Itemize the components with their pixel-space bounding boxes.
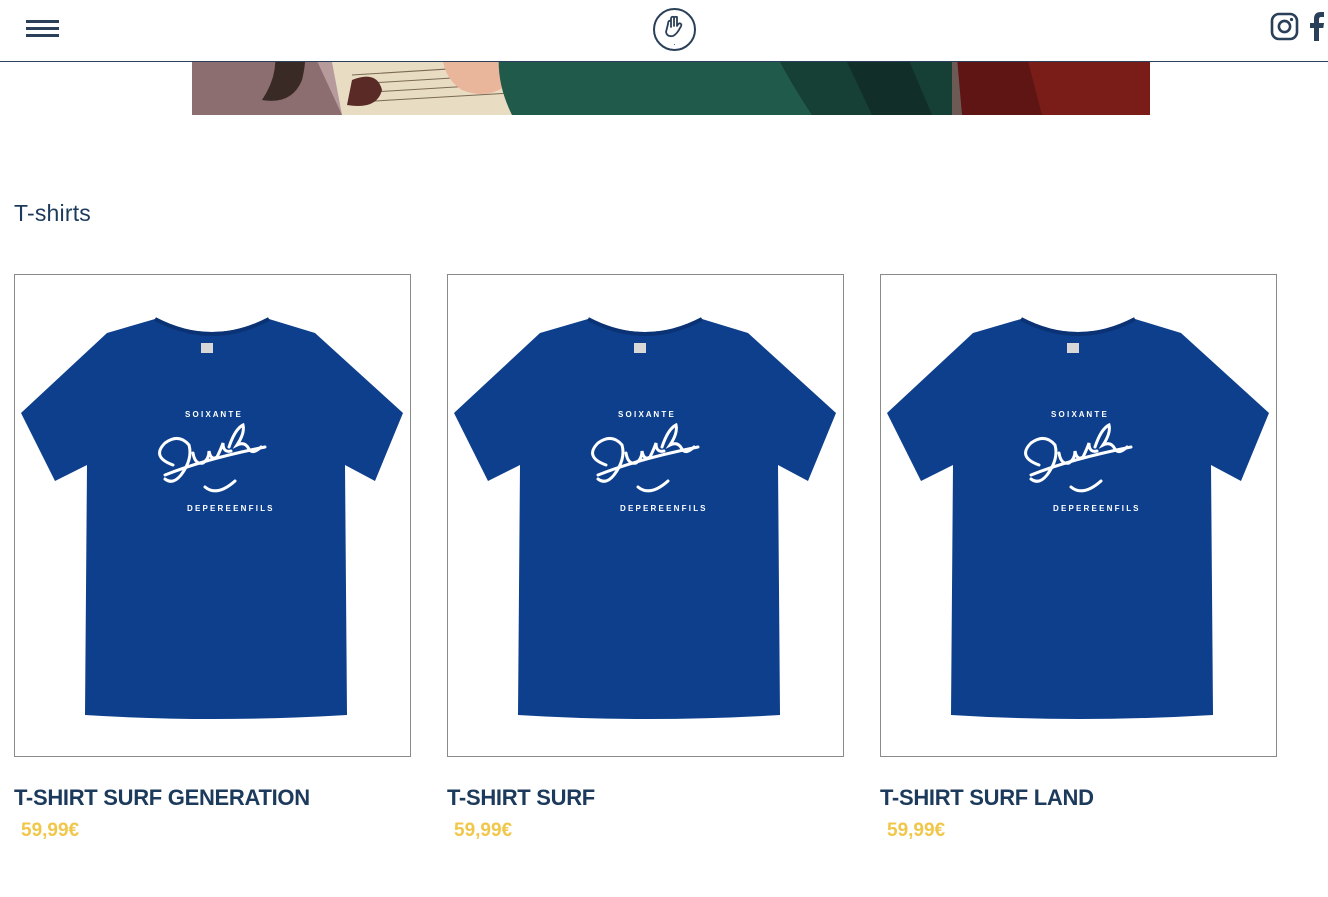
product-card[interactable]: T-SHIRT SURF LAND 59,99€ bbox=[880, 274, 1277, 842]
site-header bbox=[0, 0, 1328, 62]
product-card[interactable]: T-SHIRT SURF 59,99€ bbox=[447, 274, 844, 842]
product-image[interactable] bbox=[880, 274, 1277, 757]
product-name[interactable]: T-SHIRT SURF bbox=[447, 785, 844, 811]
shaka-hand-logo-icon[interactable] bbox=[652, 6, 697, 53]
facebook-icon[interactable] bbox=[1305, 10, 1328, 42]
product-price: 59,99€ bbox=[887, 820, 946, 841]
section-title: T-shirts bbox=[14, 200, 91, 226]
product-card[interactable]: S O I X A N T E D E P E R E E N F I L S … bbox=[14, 274, 411, 842]
product-image[interactable]: S O I X A N T E D E P E R E E N F I L S bbox=[14, 274, 411, 757]
hamburger-menu-icon[interactable] bbox=[26, 20, 59, 40]
product-price: 59,99€ bbox=[21, 820, 80, 841]
product-image[interactable] bbox=[447, 274, 844, 757]
product-name[interactable]: T-SHIRT SURF LAND bbox=[880, 785, 1277, 811]
product-price: 59,99€ bbox=[454, 820, 513, 841]
product-name[interactable]: T-SHIRT SURF GENERATION bbox=[14, 785, 411, 811]
instagram-icon[interactable] bbox=[1270, 10, 1300, 42]
